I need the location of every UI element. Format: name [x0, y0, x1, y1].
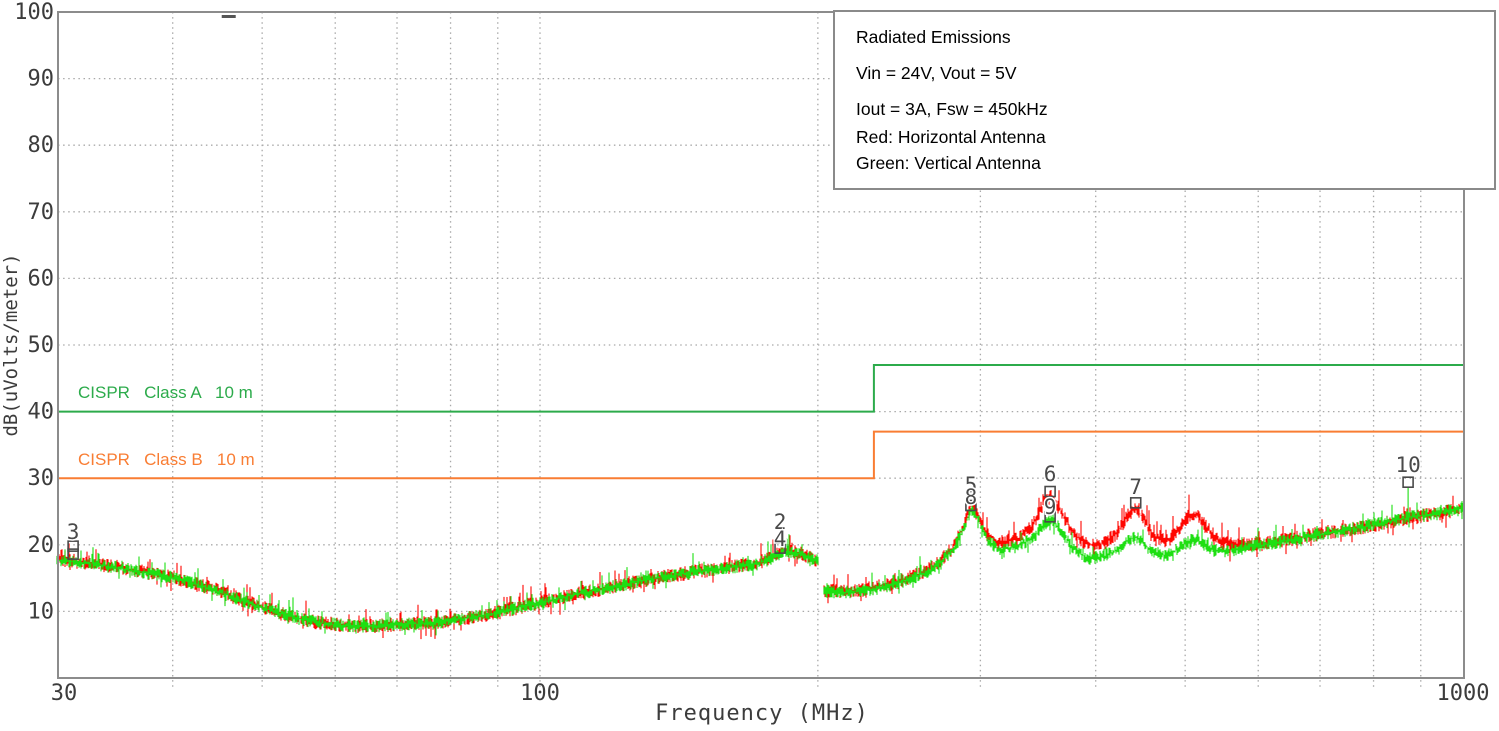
marker-label-4: 4	[774, 527, 787, 551]
legend-line-iout-fsw: Iout = 3A, Fsw = 450kHz	[856, 99, 1494, 120]
y-tick-80: 80	[28, 133, 55, 158]
y-tick-30: 30	[28, 466, 55, 491]
legend-line-vin-vout: Vin = 24V, Vout = 5V	[856, 63, 1494, 84]
clipped-marker-dash	[222, 15, 236, 18]
cispr-class-b-label: CISPR Class B 10 m	[78, 450, 255, 470]
y-tick-10: 10	[28, 599, 55, 624]
legend-title: Radiated Emissions	[856, 27, 1494, 48]
cispr-class-a-label: CISPR Class A 10 m	[78, 383, 253, 403]
marker-label-6: 6	[1044, 462, 1057, 486]
y-tick-70: 70	[28, 200, 55, 225]
x-tick-30: 30	[51, 681, 78, 706]
marker-label-10: 10	[1395, 453, 1420, 477]
marker-label-3: 3	[67, 520, 80, 544]
radiated-emissions-chart: 3245869710102030405060708090100301001000…	[0, 0, 1499, 731]
y-tick-20: 20	[28, 533, 55, 558]
y-tick-90: 90	[28, 67, 55, 92]
y-tick-40: 40	[28, 400, 55, 425]
legend-box: Radiated Emissions Vin = 24V, Vout = 5V …	[833, 10, 1496, 190]
y-tick-60: 60	[28, 266, 55, 291]
x-axis-title: Frequency (MHz)	[655, 701, 869, 726]
marker-label-8: 8	[965, 485, 978, 509]
legend-line-red-antenna: Red: Horizontal Antenna	[856, 127, 1494, 148]
y-axis-title: dB(uVolts/meter)	[0, 253, 22, 436]
legend-line-green-antenna: Green: Vertical Antenna	[856, 153, 1494, 174]
x-tick-1000: 1000	[1437, 681, 1490, 706]
y-tick-50: 50	[28, 333, 55, 358]
y-tick-100: 100	[14, 0, 54, 25]
marker-label-9: 9	[1044, 495, 1057, 519]
x-tick-100: 100	[520, 681, 560, 706]
marker-label-7: 7	[1129, 475, 1142, 499]
